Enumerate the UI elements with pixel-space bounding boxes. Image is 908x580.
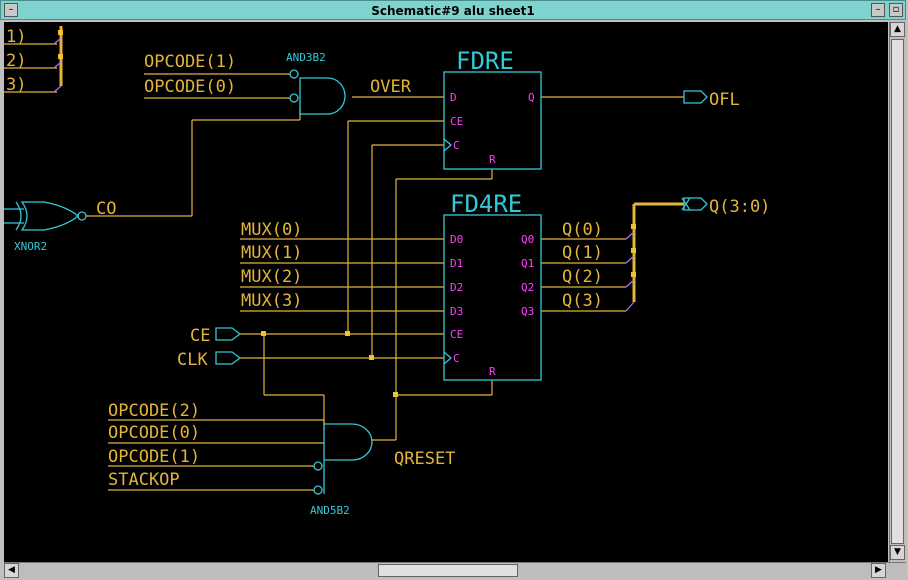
net-q1: Q(1) — [562, 243, 603, 263]
and3b2-label: AND3B2 — [286, 51, 326, 64]
scroll-down-button[interactable]: ▼ — [890, 545, 905, 560]
net-co: CO — [96, 199, 116, 219]
minimize-button[interactable]: – — [871, 3, 885, 17]
schematic-drawing: 1) 2) 3) OPCODE(1) OPCODE(0) OVER CO OFL… — [4, 26, 770, 517]
fd4re-pin-q3: Q3 — [521, 305, 534, 318]
fdre-pin-r: R — [489, 153, 496, 166]
net-mux2: MUX(2) — [241, 267, 302, 287]
fd4re-pin-d2: D2 — [450, 281, 463, 294]
net-qreset: QRESET — [394, 449, 455, 469]
schematic-canvas[interactable]: 1) 2) 3) OPCODE(1) OPCODE(0) OVER CO OFL… — [4, 22, 888, 562]
fdre-label: FDRE — [456, 47, 514, 75]
ce-port[interactable] — [215, 327, 242, 341]
fdre-pin-c: C — [453, 139, 460, 152]
bus-net-2: 2) — [6, 51, 26, 71]
window-title: Schematic#9 alu sheet1 — [371, 4, 535, 18]
fdre-pin-ce: CE — [450, 115, 463, 128]
fd4re-label: FD4RE — [450, 190, 522, 218]
net-opcode0-top: OPCODE(0) — [144, 77, 236, 97]
bus-net-3: 3) — [6, 75, 26, 95]
fd4re-pin-d3: D3 — [450, 305, 463, 318]
net-stackop: STACKOP — [108, 470, 180, 490]
fd4re-pin-d1: D1 — [450, 257, 463, 270]
title-bar[interactable]: – Schematic#9 alu sheet1 – ▫ — [0, 0, 906, 20]
ofl-port[interactable] — [683, 90, 708, 104]
xnor2-label: XNOR2 — [14, 240, 47, 253]
scroll-right-button[interactable]: ▶ — [871, 563, 886, 578]
bus-net-1: 1) — [6, 27, 26, 47]
net-q-bus: Q(3:0) — [709, 197, 770, 217]
net-clk: CLK — [177, 350, 208, 370]
fd4re-pin-q0: Q0 — [521, 233, 534, 246]
and5b2-label: AND5B2 — [310, 504, 350, 517]
net-opcode0-bottom: OPCODE(0) — [108, 423, 200, 443]
fd4re-pin-c: C — [453, 352, 460, 365]
net-opcode2: OPCODE(2) — [108, 401, 200, 421]
net-ofl: OFL — [709, 90, 740, 110]
net-q2: Q(2) — [562, 267, 603, 287]
net-ce: CE — [190, 326, 210, 346]
xnor2-gate[interactable] — [20, 201, 80, 231]
net-q0: Q(0) — [562, 220, 603, 240]
fd4re-pin-q2: Q2 — [521, 281, 534, 294]
schematic-window: – Schematic#9 alu sheet1 – ▫ 1) 2) 3) OP… — [0, 0, 908, 580]
pin-labels: D CE C Q R D0 D1 D2 D3 CE C Q0 Q1 Q2 Q3 … — [450, 91, 535, 378]
and5b2-gate[interactable] — [323, 423, 373, 461]
fd4re-pin-d0: D0 — [450, 233, 463, 246]
fd4re-pin-ce: CE — [450, 328, 463, 341]
bus-rippers — [53, 37, 635, 312]
scroll-up-button[interactable]: ▲ — [890, 22, 905, 37]
fdre-pin-q: Q — [528, 91, 535, 104]
scroll-left-button[interactable]: ◀ — [4, 563, 19, 578]
maximize-button[interactable]: ▫ — [889, 3, 903, 17]
net-mux0: MUX(0) — [241, 220, 302, 240]
net-over: OVER — [370, 77, 412, 97]
q-bus-port[interactable] — [683, 197, 708, 211]
net-opcode1-top: OPCODE(1) — [144, 52, 236, 72]
horizontal-scroll-thumb[interactable] — [378, 564, 518, 577]
net-opcode1-bottom: OPCODE(1) — [108, 447, 200, 467]
fdre-pin-d: D — [450, 91, 457, 104]
net-mux3: MUX(3) — [241, 291, 302, 311]
horizontal-scrollbar[interactable]: ◀ ▶ — [4, 562, 906, 578]
and3b2-gate[interactable] — [299, 77, 346, 115]
fd4re-pin-r: R — [489, 365, 496, 378]
net-mux1: MUX(1) — [241, 243, 302, 263]
clk-port[interactable] — [215, 351, 242, 365]
net-q3: Q(3) — [562, 291, 603, 311]
vertical-scroll-thumb[interactable] — [891, 39, 904, 544]
vertical-scrollbar[interactable]: ▲ ▼ — [889, 22, 906, 562]
fd4re-pin-q1: Q1 — [521, 257, 534, 270]
